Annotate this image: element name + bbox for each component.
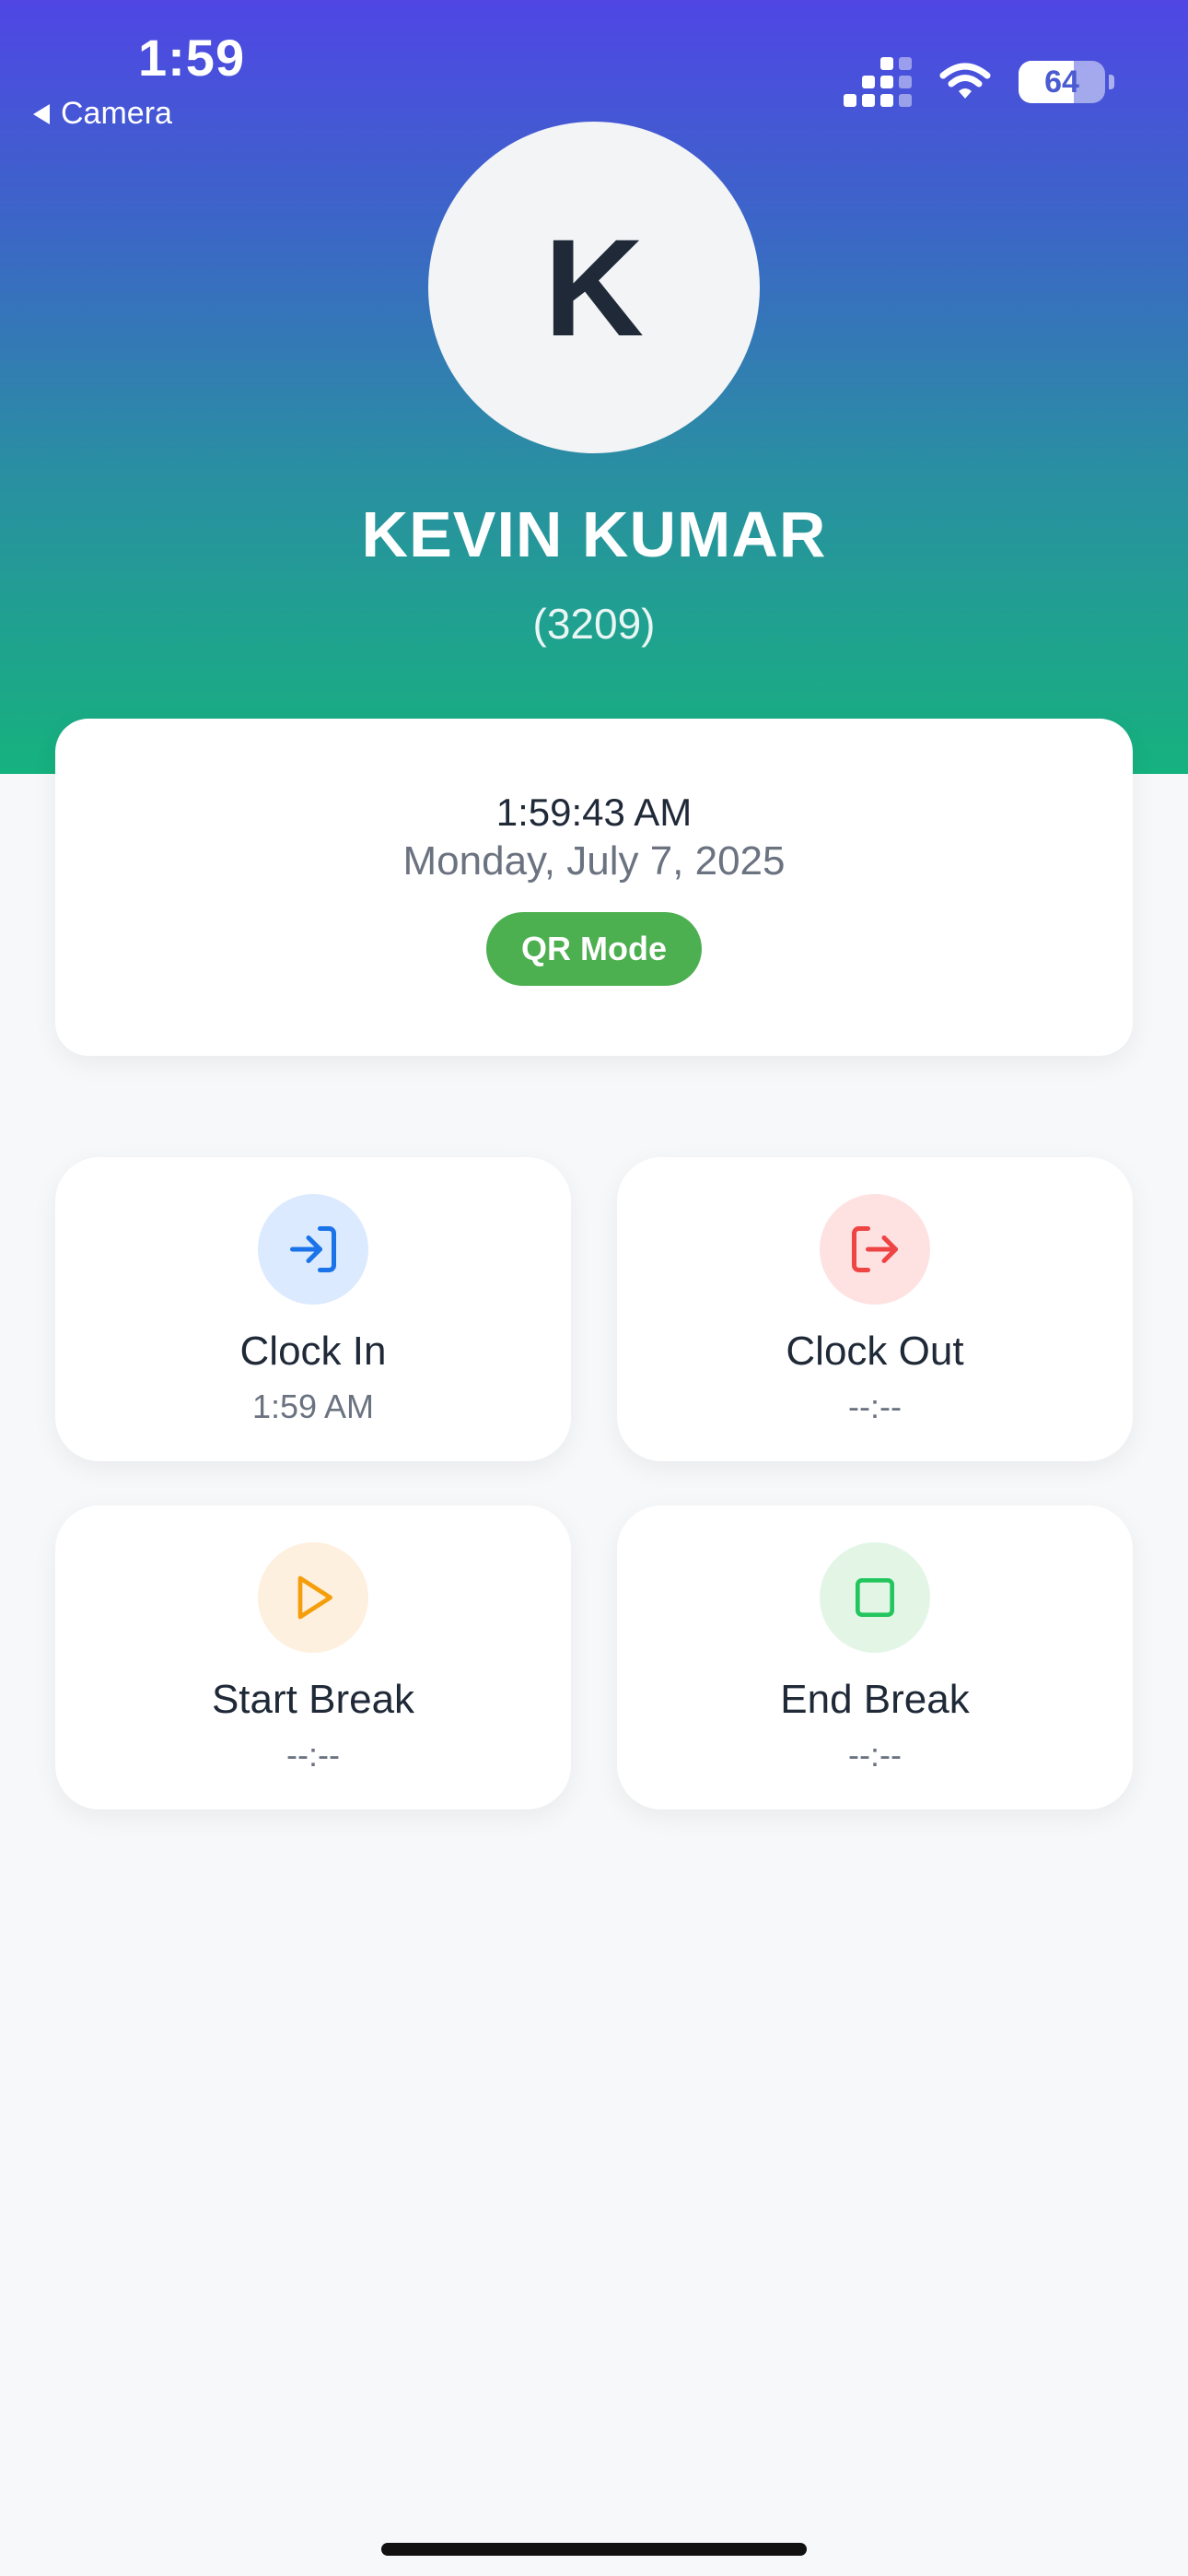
end-break-time: --:--	[848, 1736, 902, 1774]
battery-level: 64	[1044, 64, 1079, 100]
employee-id: (3209)	[532, 600, 656, 648]
avatar-initial: K	[543, 209, 645, 365]
clock-in-button[interactable]: Clock In 1:59 AM	[55, 1157, 571, 1461]
clock-in-icon-bg	[258, 1194, 368, 1305]
clock-in-time: 1:59 AM	[251, 1388, 375, 1425]
clock-out-time: --:--	[848, 1388, 902, 1425]
start-break-icon-bg	[258, 1542, 368, 1653]
clock-out-button[interactable]: Clock Out --:--	[617, 1157, 1133, 1461]
time-card: 1:59:43 AM Monday, July 7, 2025 QR Mode	[55, 719, 1133, 1056]
back-label: Camera	[61, 96, 172, 131]
end-break-label: End Break	[780, 1677, 970, 1722]
stop-icon	[856, 1578, 894, 1617]
clock-in-label: Clock In	[239, 1329, 387, 1374]
start-break-label: Start Break	[211, 1677, 415, 1722]
play-icon	[297, 1575, 332, 1620]
back-arrow-icon	[33, 103, 50, 124]
avatar: K	[428, 122, 760, 453]
battery-icon: 64	[1019, 61, 1105, 103]
start-break-time: --:--	[286, 1736, 340, 1774]
qr-mode-badge[interactable]: QR Mode	[486, 912, 702, 986]
status-time: 1:59	[138, 29, 246, 87]
clock-in-icon	[290, 1226, 336, 1272]
status-icons: 64	[844, 57, 1114, 107]
start-break-button[interactable]: Start Break --:--	[55, 1505, 571, 1809]
clock-out-label: Clock Out	[786, 1329, 964, 1374]
wifi-icon	[939, 63, 991, 99]
employee-name: KEVIN KUMAR	[361, 498, 827, 570]
back-to-camera-link[interactable]: Camera	[33, 96, 172, 132]
current-time: 1:59:43 AM	[495, 790, 693, 834]
current-date: Monday, July 7, 2025	[402, 838, 786, 884]
home-indicator[interactable]	[381, 2543, 807, 2556]
clock-out-icon-bg	[820, 1194, 930, 1305]
cellular-signal-icon	[844, 57, 912, 107]
end-break-icon-bg	[820, 1542, 930, 1653]
end-break-button[interactable]: End Break --:--	[617, 1505, 1133, 1809]
clock-out-icon	[852, 1226, 898, 1272]
